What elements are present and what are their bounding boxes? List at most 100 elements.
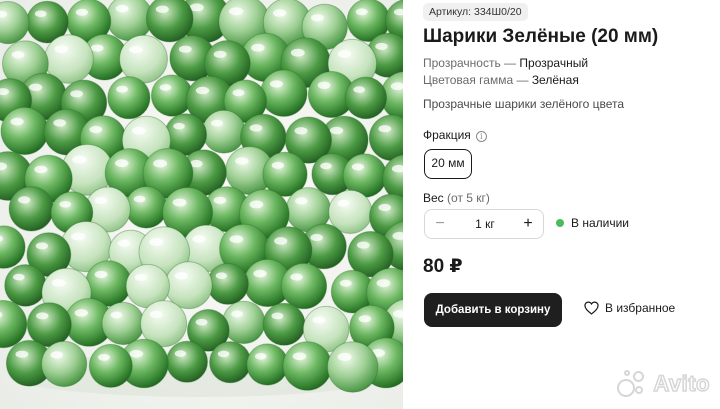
- marble-highlight: [174, 350, 187, 357]
- marble: [164, 261, 213, 310]
- marble-highlight: [375, 42, 388, 50]
- marble-highlight: [339, 279, 352, 287]
- marble-highlight: [12, 273, 25, 281]
- marble-highlight: [97, 353, 110, 361]
- product-description: Прозрачные шарики зелёного цвета: [423, 97, 625, 111]
- green-glass-marbles-image: [0, 0, 403, 409]
- quantity-value[interactable]: 1 кг: [455, 210, 515, 238]
- marble-highlight: [51, 279, 66, 287]
- marble-highlight: [337, 199, 350, 207]
- marble: [0, 106, 49, 156]
- marble-highlight: [133, 195, 146, 203]
- product-photo[interactable]: [0, 0, 403, 409]
- marble-highlight: [34, 165, 48, 174]
- avito-dots-icon: [617, 370, 647, 398]
- marble-highlight: [311, 14, 324, 22]
- marble-highlight: [211, 119, 223, 127]
- marble-highlight: [117, 239, 130, 247]
- marble: [280, 262, 328, 310]
- marble-highlight: [378, 203, 392, 212]
- marble-highlight: [134, 273, 147, 281]
- marble-highlight: [71, 232, 86, 241]
- marble: [222, 300, 266, 345]
- marble-highlight: [94, 270, 108, 279]
- marble-highlight: [294, 127, 308, 135]
- marble: [125, 186, 168, 229]
- marble-highlight: [310, 233, 324, 242]
- marble-highlight: [116, 85, 128, 93]
- marble-highlight: [115, 159, 129, 168]
- add-to-cart-button[interactable]: Добавить в корзину: [424, 293, 562, 327]
- marble-highlight: [34, 10, 47, 17]
- marble-highlight: [115, 4, 129, 13]
- marble-highlight: [173, 122, 185, 130]
- marble-highlight: [217, 350, 230, 358]
- in-stock-dot-icon: [556, 219, 564, 227]
- marble-highlight: [292, 352, 307, 361]
- fraction-label: Фракция: [423, 128, 471, 142]
- marble-highlight: [213, 196, 227, 204]
- heart-icon: [584, 301, 599, 315]
- marble-highlight: [274, 237, 288, 245]
- info-circle-icon[interactable]: i: [475, 131, 487, 142]
- marble: [119, 34, 168, 84]
- marble-highlight: [378, 125, 392, 133]
- marble-highlight: [195, 318, 208, 326]
- marble-highlight: [172, 198, 187, 207]
- stock-text: В наличии: [571, 216, 630, 230]
- marble-highlight: [11, 51, 25, 59]
- increase-button[interactable]: +: [513, 210, 543, 238]
- marble-highlight: [254, 353, 267, 360]
- marble-highlight: [253, 269, 267, 278]
- fraction-option-20mm[interactable]: 20 мм: [424, 149, 472, 179]
- fraction-label-row: Фракция i: [423, 128, 487, 142]
- product-info-panel: Артикул: 334Ш0/20 Шарики Зелёные (20 мм)…: [423, 0, 713, 409]
- marble-highlight: [290, 273, 303, 281]
- marble-highlight: [129, 349, 144, 358]
- marble-highlight: [229, 7, 244, 16]
- weight-label: Вес: [423, 191, 444, 205]
- marble-highlight: [353, 86, 365, 93]
- marble-highlight: [153, 159, 168, 168]
- marble: [106, 0, 154, 42]
- product-title: Шарики Зелёные (20 мм): [423, 26, 659, 47]
- marble: [201, 109, 246, 154]
- marble-highlight: [271, 312, 284, 320]
- marble-highlight: [18, 196, 31, 204]
- weight-hint: (от 5 кг): [447, 191, 490, 205]
- stock-status: В наличии: [556, 216, 629, 230]
- decrease-button[interactable]: −: [425, 210, 455, 238]
- marble-highlight: [159, 84, 172, 91]
- quantity-stepper: − 1 кг +: [424, 209, 544, 239]
- marble-highlight: [329, 126, 344, 135]
- marble-highlight: [59, 201, 72, 208]
- add-to-favorites-button[interactable]: В избранное: [584, 301, 675, 315]
- marble-highlight: [358, 315, 371, 323]
- sku-badge: Артикул: 334Ш0/20: [423, 3, 528, 21]
- marble: [262, 302, 306, 346]
- marble-highlight: [213, 50, 227, 58]
- marble: [145, 0, 194, 43]
- marble: [282, 341, 333, 391]
- marble: [107, 76, 151, 120]
- marble: [260, 69, 308, 117]
- marble-highlight: [72, 155, 87, 164]
- marble-highlight: [290, 48, 305, 57]
- attribute-value: Зелёная: [531, 73, 579, 87]
- marble: [344, 76, 388, 120]
- marble-highlight: [28, 83, 43, 91]
- marble: [166, 340, 208, 383]
- marble-highlight: [74, 309, 89, 317]
- marble-highlight: [312, 316, 326, 324]
- marble-highlight: [249, 200, 264, 209]
- marble-highlight: [110, 311, 123, 319]
- marble-highlight: [54, 45, 69, 54]
- marble-highlight: [351, 163, 364, 171]
- marble: [41, 340, 88, 388]
- marble-highlight: [269, 80, 283, 88]
- marble-highlight: [376, 279, 391, 288]
- marble-highlight: [229, 235, 244, 244]
- marble-highlight: [215, 272, 228, 280]
- marble-highlight: [272, 9, 287, 17]
- marble-highlight: [94, 196, 107, 205]
